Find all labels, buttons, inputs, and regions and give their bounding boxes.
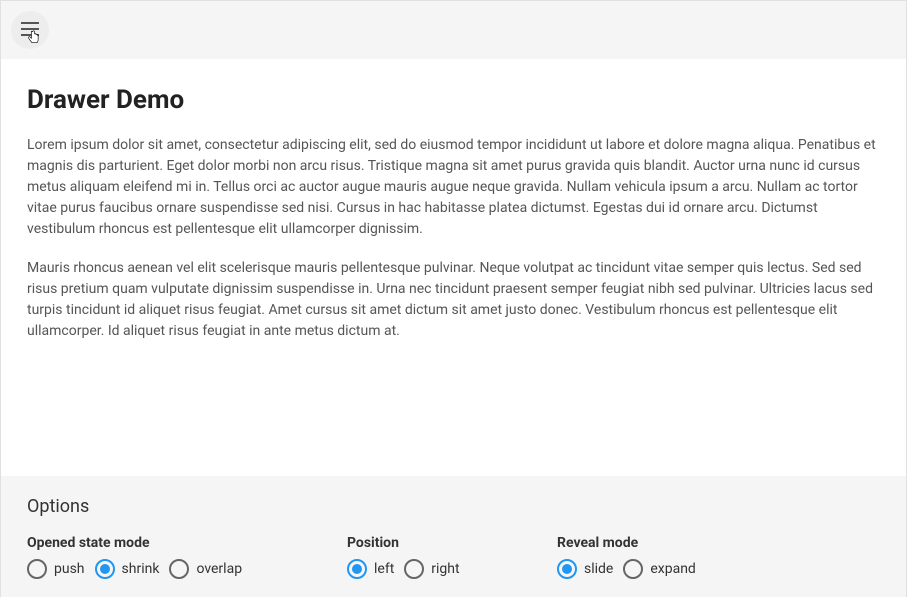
radio-icon	[169, 559, 189, 579]
page-title: Drawer Demo	[27, 85, 880, 115]
radio-label: overlap	[196, 561, 242, 577]
options-panel: Options Opened state mode push shrink ov…	[1, 476, 906, 597]
radio-label: push	[54, 561, 85, 577]
radio-label: right	[431, 561, 459, 577]
radio-label: slide	[584, 561, 613, 577]
toolbar	[1, 1, 906, 59]
option-groups: Opened state mode push shrink overlap Po…	[27, 535, 880, 579]
radio-label: expand	[650, 561, 695, 577]
options-title: Options	[27, 496, 880, 517]
radio-icon	[27, 559, 47, 579]
group-label: Reveal mode	[557, 535, 707, 551]
paragraph: Lorem ipsum dolor sit amet, consectetur …	[27, 135, 880, 240]
option-group-opened-state-mode: Opened state mode push shrink overlap	[27, 535, 287, 579]
group-label: Position	[347, 535, 497, 551]
radio-expand[interactable]: expand	[623, 559, 695, 579]
radio-icon	[95, 559, 115, 579]
paragraph: Mauris rhoncus aenean vel elit scelerisq…	[27, 258, 880, 342]
radio-icon	[623, 559, 643, 579]
radio-group: push shrink overlap	[27, 559, 287, 579]
radio-shrink[interactable]: shrink	[95, 559, 160, 579]
radio-icon	[557, 559, 577, 579]
menu-icon	[21, 21, 39, 40]
radio-slide[interactable]: slide	[557, 559, 613, 579]
radio-dot-icon	[352, 564, 362, 574]
radio-icon	[404, 559, 424, 579]
group-label: Opened state mode	[27, 535, 287, 551]
menu-button[interactable]	[11, 11, 49, 49]
radio-dot-icon	[100, 564, 110, 574]
radio-group: left right	[347, 559, 497, 579]
option-group-position: Position left right	[347, 535, 497, 579]
radio-right[interactable]: right	[404, 559, 459, 579]
main-content: Drawer Demo Lorem ipsum dolor sit amet, …	[1, 59, 906, 370]
radio-label: shrink	[122, 561, 160, 577]
radio-push[interactable]: push	[27, 559, 85, 579]
radio-left[interactable]: left	[347, 559, 394, 579]
radio-icon	[347, 559, 367, 579]
radio-label: left	[374, 561, 394, 577]
radio-dot-icon	[562, 564, 572, 574]
radio-overlap[interactable]: overlap	[169, 559, 242, 579]
option-group-reveal-mode: Reveal mode slide expand	[557, 535, 707, 579]
radio-group: slide expand	[557, 559, 707, 579]
